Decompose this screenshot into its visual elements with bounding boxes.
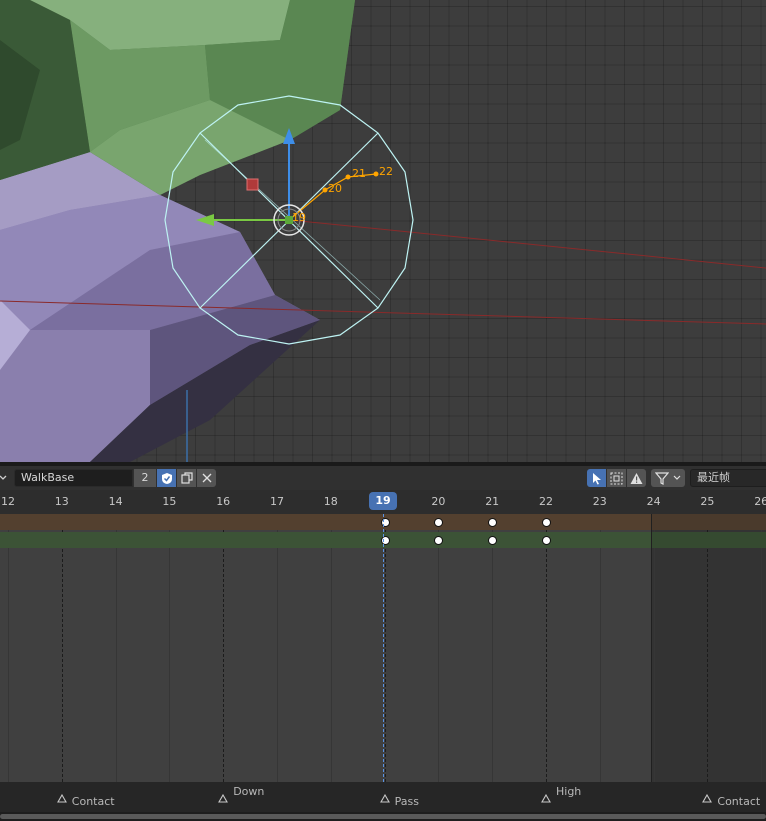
scrollbar-thumb[interactable] bbox=[0, 814, 766, 819]
action-editor-header: WalkBase 2 最近帧 bbox=[0, 466, 766, 490]
object-channel-row[interactable] bbox=[0, 532, 652, 548]
object-channel-row-out bbox=[652, 532, 766, 548]
marker-line bbox=[546, 514, 547, 782]
marker-label[interactable]: Contact bbox=[717, 795, 760, 808]
shield-icon bbox=[161, 472, 172, 484]
marker-triangle-icon[interactable] bbox=[56, 794, 67, 804]
marker-line bbox=[61, 514, 63, 782]
ruler-frame-number: 12 bbox=[1, 495, 15, 508]
summary-channel-row-out bbox=[652, 514, 766, 530]
unlink-action-button[interactable] bbox=[197, 469, 216, 487]
bone-direction-line bbox=[289, 219, 766, 269]
frame-grid-line bbox=[330, 514, 332, 782]
marker-triangle-icon[interactable] bbox=[702, 794, 713, 804]
action-name-field[interactable]: WalkBase bbox=[14, 469, 133, 487]
ruler-frame-number: 24 bbox=[646, 495, 661, 508]
marker-triangle-icon[interactable] bbox=[379, 794, 390, 804]
summary-keyframe[interactable] bbox=[542, 518, 551, 527]
only-show-errors-button[interactable] bbox=[627, 469, 646, 487]
ruler-frame-number: 20 bbox=[431, 495, 446, 508]
funnel-icon bbox=[655, 471, 669, 485]
marker-line bbox=[384, 514, 386, 782]
snapping-select[interactable]: 最近帧 bbox=[690, 469, 766, 487]
frame-grid-line bbox=[277, 514, 278, 782]
object-keyframe[interactable] bbox=[542, 536, 551, 545]
marker-triangle-icon[interactable] bbox=[218, 794, 229, 804]
object-keyframe[interactable] bbox=[380, 536, 390, 545]
frame-grid-line bbox=[492, 514, 494, 782]
motion-path-label: 22 bbox=[379, 165, 393, 178]
frame-grid-line bbox=[8, 514, 9, 782]
only-show-selected-button[interactable] bbox=[587, 469, 606, 487]
ruler-frame-number: 21 bbox=[485, 495, 500, 508]
summary-channel-row[interactable] bbox=[0, 514, 652, 530]
marker-label[interactable]: Pass bbox=[395, 795, 419, 808]
ruler-frame-number: 15 bbox=[162, 495, 177, 508]
marker-line bbox=[223, 514, 225, 782]
action-user-count[interactable]: 2 bbox=[134, 469, 156, 487]
motion-path-label: 20 bbox=[328, 182, 342, 195]
marker-line bbox=[707, 514, 709, 782]
motion-path-label: 19 bbox=[292, 211, 306, 224]
filters-dropdown[interactable] bbox=[651, 469, 685, 487]
frame-end-line bbox=[651, 514, 652, 782]
duplicate-action-button[interactable] bbox=[177, 469, 196, 487]
marker-label[interactable]: Down bbox=[233, 785, 264, 798]
dashed-box-icon bbox=[610, 472, 623, 484]
show-hidden-button[interactable] bbox=[607, 469, 626, 487]
frame-grid-line bbox=[653, 514, 655, 782]
ruler-frame-number: 14 bbox=[108, 495, 123, 508]
markers-region[interactable]: Contact Down Pass High Contact bbox=[0, 782, 766, 812]
motion-path-point-21 bbox=[345, 174, 351, 180]
viewport-scene bbox=[0, 0, 766, 462]
motion-path-point-20 bbox=[322, 187, 328, 193]
playhead-line[interactable] bbox=[383, 514, 384, 782]
copy-icon bbox=[180, 472, 193, 484]
horizontal-scrollbar[interactable] bbox=[0, 812, 766, 821]
marker-triangle-icon[interactable] bbox=[541, 794, 551, 804]
frame-ruler[interactable]: 12 13 14 15 16 17 18 19 20 21 22 23 24 25 26 bbox=[0, 490, 766, 514]
summary-keyframe[interactable] bbox=[380, 518, 390, 527]
ruler-frame-number: 22 bbox=[539, 495, 553, 508]
motion-path-point-22 bbox=[373, 171, 379, 177]
out-of-range-shade bbox=[652, 514, 766, 782]
marker-label[interactable]: High bbox=[556, 785, 581, 798]
motion-path-label: 21 bbox=[352, 167, 366, 180]
ruler-frame-number: 23 bbox=[592, 495, 607, 508]
chevron-down-icon bbox=[673, 475, 681, 480]
frame-grid-line bbox=[115, 514, 117, 782]
ruler-frame-number: 18 bbox=[323, 495, 338, 508]
marker-label[interactable]: Contact bbox=[72, 795, 115, 808]
ruler-frame-number: 25 bbox=[700, 495, 715, 508]
warning-icon bbox=[630, 472, 643, 484]
frame-grid-line bbox=[761, 514, 763, 782]
close-icon bbox=[202, 473, 211, 483]
current-frame-indicator[interactable]: 19 bbox=[369, 492, 397, 510]
frame-grid-line bbox=[438, 514, 440, 782]
ruler-frame-number: 16 bbox=[216, 495, 231, 508]
3d-viewport[interactable]: 19 20 21 22 bbox=[0, 0, 766, 462]
fake-user-button[interactable] bbox=[157, 469, 176, 487]
browse-action-chevron-icon[interactable] bbox=[0, 474, 8, 482]
frame-grid-line bbox=[599, 514, 601, 782]
gizmo-red-handle[interactable] bbox=[246, 178, 259, 191]
ruler-frame-number: 13 bbox=[54, 495, 69, 508]
cursor-arrow-icon bbox=[592, 472, 601, 484]
ruler-frame-number: 26 bbox=[754, 495, 766, 508]
ruler-frame-number: 17 bbox=[270, 495, 284, 508]
frame-grid-line bbox=[169, 514, 171, 782]
